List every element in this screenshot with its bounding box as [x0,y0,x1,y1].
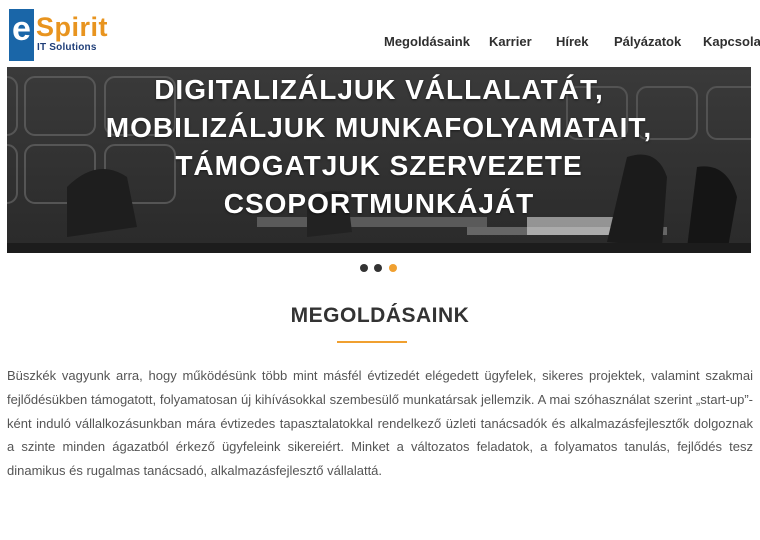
section-heading: MEGOLDÁSAINK [290,304,470,327]
logo-subtitle: IT Solutions [37,42,97,53]
logo-letter: e [12,10,31,48]
intro-paragraph: Büszkék vagyunk arra, hogy működésünk tö… [7,368,753,479]
hero-headline: DIGITALIZÁLJUK VÁLLALATÁT, MOBILIZÁLJUK … [7,71,751,223]
heading-underline [337,341,407,343]
slider-dot-1[interactable] [360,264,368,272]
nav-item-karrier[interactable]: Karrier [489,34,532,49]
hero-line: TÁMOGATJUK SZERVEZETE [175,150,583,181]
slider-dot-3[interactable] [389,264,397,272]
espirit-logo[interactable]: e Spirit IT Solutions [9,9,121,61]
hero-slider[interactable]: DIGITALIZÁLJUK VÁLLALATÁT, MOBILIZÁLJUK … [7,67,751,253]
nav-item-palyazatok[interactable]: Pályázatok [614,34,681,49]
site-header: e Spirit IT Solutions Megoldásaink Karri… [0,0,760,67]
logo-wordmark: Spirit [36,12,109,42]
nav-item-megoldasaink[interactable]: Megoldásaink [384,34,470,49]
hero-line: MOBILIZÁLJUK MUNKAFOLYAMATAIT, [105,112,653,143]
slider-dot-2[interactable] [374,264,382,272]
nav-item-kapcsolat[interactable]: Kapcsolat [703,34,760,49]
nav-item-hirek[interactable]: Hírek [556,34,589,49]
hero-line: CSOPORTMUNKÁJÁT [223,188,535,219]
hero-line: DIGITALIZÁLJUK VÁLLALATÁT, [154,74,604,105]
